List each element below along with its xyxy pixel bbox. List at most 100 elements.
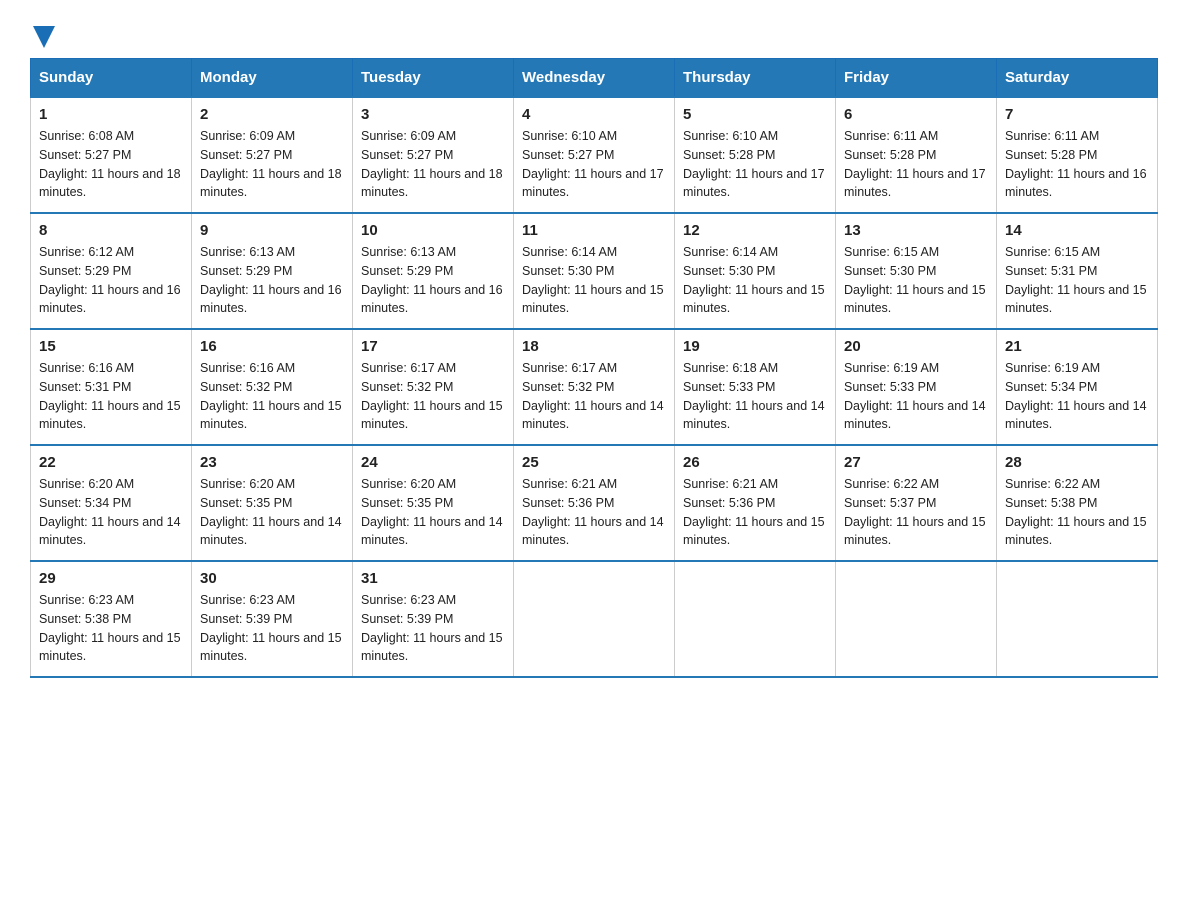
calendar-cell: 11 Sunrise: 6:14 AMSunset: 5:30 PMDayligh… <box>514 213 675 329</box>
day-info: Sunrise: 6:11 AMSunset: 5:28 PMDaylight:… <box>844 127 988 202</box>
day-info: Sunrise: 6:22 AMSunset: 5:38 PMDaylight:… <box>1005 475 1149 550</box>
calendar-cell: 8 Sunrise: 6:12 AMSunset: 5:29 PMDaylight… <box>31 213 192 329</box>
day-number: 10 <box>361 222 505 239</box>
calendar-cell: 13Sunrise: 6:15 AMSunset: 5:30 PMDayligh… <box>836 213 997 329</box>
day-info: Sunrise: 6:10 AMSunset: 5:27 PMDaylight:… <box>522 127 666 202</box>
calendar-cell: 20 Sunrise: 6:19 AMSunset: 5:33 PMDayligh… <box>836 329 997 445</box>
calendar-cell: 30Sunrise: 6:23 AMSunset: 5:39 PMDayligh… <box>192 561 353 677</box>
day-info: Sunrise: 6:15 AMSunset: 5:31 PMDaylight:… <box>1005 243 1149 318</box>
day-number: 12 <box>683 222 827 239</box>
calendar-header-saturday: Saturday <box>997 59 1158 98</box>
day-number: 15 <box>39 338 183 355</box>
day-info: Sunrise: 6:20 AMSunset: 5:34 PMDaylight:… <box>39 475 183 550</box>
calendar-cell: 21 Sunrise: 6:19 AMSunset: 5:34 PMDayligh… <box>997 329 1158 445</box>
calendar-cell: 9 Sunrise: 6:13 AMSunset: 5:29 PMDaylight… <box>192 213 353 329</box>
calendar-cell: 14 Sunrise: 6:15 AMSunset: 5:31 PMDayligh… <box>997 213 1158 329</box>
day-info: Sunrise: 6:23 AMSunset: 5:38 PMDaylight:… <box>39 591 183 666</box>
day-number: 8 <box>39 222 183 239</box>
calendar-cell: 15 Sunrise: 6:16 AMSunset: 5:31 PMDayligh… <box>31 329 192 445</box>
day-info: Sunrise: 6:20 AMSunset: 5:35 PMDaylight:… <box>200 475 344 550</box>
calendar-cell <box>675 561 836 677</box>
day-info: Sunrise: 6:12 AMSunset: 5:29 PMDaylight:… <box>39 243 183 318</box>
calendar-cell: 4 Sunrise: 6:10 AMSunset: 5:27 PMDaylight… <box>514 97 675 213</box>
calendar-cell: 29 Sunrise: 6:23 AMSunset: 5:38 PMDayligh… <box>31 561 192 677</box>
calendar-header-friday: Friday <box>836 59 997 98</box>
calendar-cell: 1Sunrise: 6:08 AMSunset: 5:27 PMDaylight… <box>31 97 192 213</box>
day-info: Sunrise: 6:17 AMSunset: 5:32 PMDaylight:… <box>522 359 666 434</box>
calendar-cell: 19 Sunrise: 6:18 AMSunset: 5:33 PMDayligh… <box>675 329 836 445</box>
day-number: 19 <box>683 338 827 355</box>
calendar-header-thursday: Thursday <box>675 59 836 98</box>
day-info: Sunrise: 6:14 AMSunset: 5:30 PMDaylight:… <box>522 243 666 318</box>
day-number: 28 <box>1005 454 1149 471</box>
day-number: 6 <box>844 106 988 123</box>
day-number: 5 <box>683 106 827 123</box>
calendar-cell <box>997 561 1158 677</box>
day-number: 25 <box>522 454 666 471</box>
day-info: Sunrise: 6:18 AMSunset: 5:33 PMDaylight:… <box>683 359 827 434</box>
day-info: Sunrise: 6:09 AMSunset: 5:27 PMDaylight:… <box>361 127 505 202</box>
calendar-week-row: 8 Sunrise: 6:12 AMSunset: 5:29 PMDaylight… <box>31 213 1158 329</box>
calendar-week-row: 15 Sunrise: 6:16 AMSunset: 5:31 PMDayligh… <box>31 329 1158 445</box>
day-number: 23 <box>200 454 344 471</box>
calendar-header-wednesday: Wednesday <box>514 59 675 98</box>
day-info: Sunrise: 6:10 AMSunset: 5:28 PMDaylight:… <box>683 127 827 202</box>
calendar-header-tuesday: Tuesday <box>353 59 514 98</box>
logo-triangle-icon <box>33 26 55 48</box>
day-number: 9 <box>200 222 344 239</box>
day-info: Sunrise: 6:15 AMSunset: 5:30 PMDaylight:… <box>844 243 988 318</box>
day-info: Sunrise: 6:13 AMSunset: 5:29 PMDaylight:… <box>200 243 344 318</box>
calendar-cell <box>514 561 675 677</box>
day-info: Sunrise: 6:19 AMSunset: 5:34 PMDaylight:… <box>1005 359 1149 434</box>
day-number: 21 <box>1005 338 1149 355</box>
day-info: Sunrise: 6:23 AMSunset: 5:39 PMDaylight:… <box>200 591 344 666</box>
day-number: 1 <box>39 106 183 123</box>
day-info: Sunrise: 6:21 AMSunset: 5:36 PMDaylight:… <box>683 475 827 550</box>
day-number: 31 <box>361 570 505 587</box>
day-number: 22 <box>39 454 183 471</box>
day-number: 26 <box>683 454 827 471</box>
calendar-week-row: 29 Sunrise: 6:23 AMSunset: 5:38 PMDayligh… <box>31 561 1158 677</box>
day-info: Sunrise: 6:23 AMSunset: 5:39 PMDaylight:… <box>361 591 505 666</box>
day-info: Sunrise: 6:13 AMSunset: 5:29 PMDaylight:… <box>361 243 505 318</box>
page-header <box>30 20 1158 48</box>
day-info: Sunrise: 6:14 AMSunset: 5:30 PMDaylight:… <box>683 243 827 318</box>
calendar-header-monday: Monday <box>192 59 353 98</box>
day-number: 11 <box>522 222 666 239</box>
day-number: 3 <box>361 106 505 123</box>
calendar-week-row: 1Sunrise: 6:08 AMSunset: 5:27 PMDaylight… <box>31 97 1158 213</box>
logo <box>30 30 55 48</box>
calendar-cell: 6 Sunrise: 6:11 AMSunset: 5:28 PMDaylight… <box>836 97 997 213</box>
calendar-cell: 23 Sunrise: 6:20 AMSunset: 5:35 PMDayligh… <box>192 445 353 561</box>
day-info: Sunrise: 6:22 AMSunset: 5:37 PMDaylight:… <box>844 475 988 550</box>
calendar-cell: 22 Sunrise: 6:20 AMSunset: 5:34 PMDayligh… <box>31 445 192 561</box>
day-number: 2 <box>200 106 344 123</box>
day-number: 14 <box>1005 222 1149 239</box>
day-number: 29 <box>39 570 183 587</box>
calendar-cell: 12 Sunrise: 6:14 AMSunset: 5:30 PMDayligh… <box>675 213 836 329</box>
calendar-cell: 16 Sunrise: 6:16 AMSunset: 5:32 PMDayligh… <box>192 329 353 445</box>
day-number: 24 <box>361 454 505 471</box>
calendar-cell: 5 Sunrise: 6:10 AMSunset: 5:28 PMDaylight… <box>675 97 836 213</box>
calendar-cell: 26 Sunrise: 6:21 AMSunset: 5:36 PMDayligh… <box>675 445 836 561</box>
day-info: Sunrise: 6:09 AMSunset: 5:27 PMDaylight:… <box>200 127 344 202</box>
calendar-header-sunday: Sunday <box>31 59 192 98</box>
calendar-cell: 10 Sunrise: 6:13 AMSunset: 5:29 PMDayligh… <box>353 213 514 329</box>
day-info: Sunrise: 6:16 AMSunset: 5:31 PMDaylight:… <box>39 359 183 434</box>
day-info: Sunrise: 6:21 AMSunset: 5:36 PMDaylight:… <box>522 475 666 550</box>
calendar-cell: 7 Sunrise: 6:11 AMSunset: 5:28 PMDaylight… <box>997 97 1158 213</box>
day-info: Sunrise: 6:16 AMSunset: 5:32 PMDaylight:… <box>200 359 344 434</box>
day-number: 20 <box>844 338 988 355</box>
calendar-cell: 24Sunrise: 6:20 AMSunset: 5:35 PMDayligh… <box>353 445 514 561</box>
calendar-cell: 3 Sunrise: 6:09 AMSunset: 5:27 PMDaylight… <box>353 97 514 213</box>
day-info: Sunrise: 6:17 AMSunset: 5:32 PMDaylight:… <box>361 359 505 434</box>
calendar-header-row: SundayMondayTuesdayWednesdayThursdayFrid… <box>31 59 1158 98</box>
day-info: Sunrise: 6:19 AMSunset: 5:33 PMDaylight:… <box>844 359 988 434</box>
calendar-cell: 25 Sunrise: 6:21 AMSunset: 5:36 PMDayligh… <box>514 445 675 561</box>
day-info: Sunrise: 6:11 AMSunset: 5:28 PMDaylight:… <box>1005 127 1149 202</box>
day-number: 7 <box>1005 106 1149 123</box>
day-number: 4 <box>522 106 666 123</box>
day-number: 16 <box>200 338 344 355</box>
calendar-cell: 31 Sunrise: 6:23 AMSunset: 5:39 PMDayligh… <box>353 561 514 677</box>
day-number: 27 <box>844 454 988 471</box>
